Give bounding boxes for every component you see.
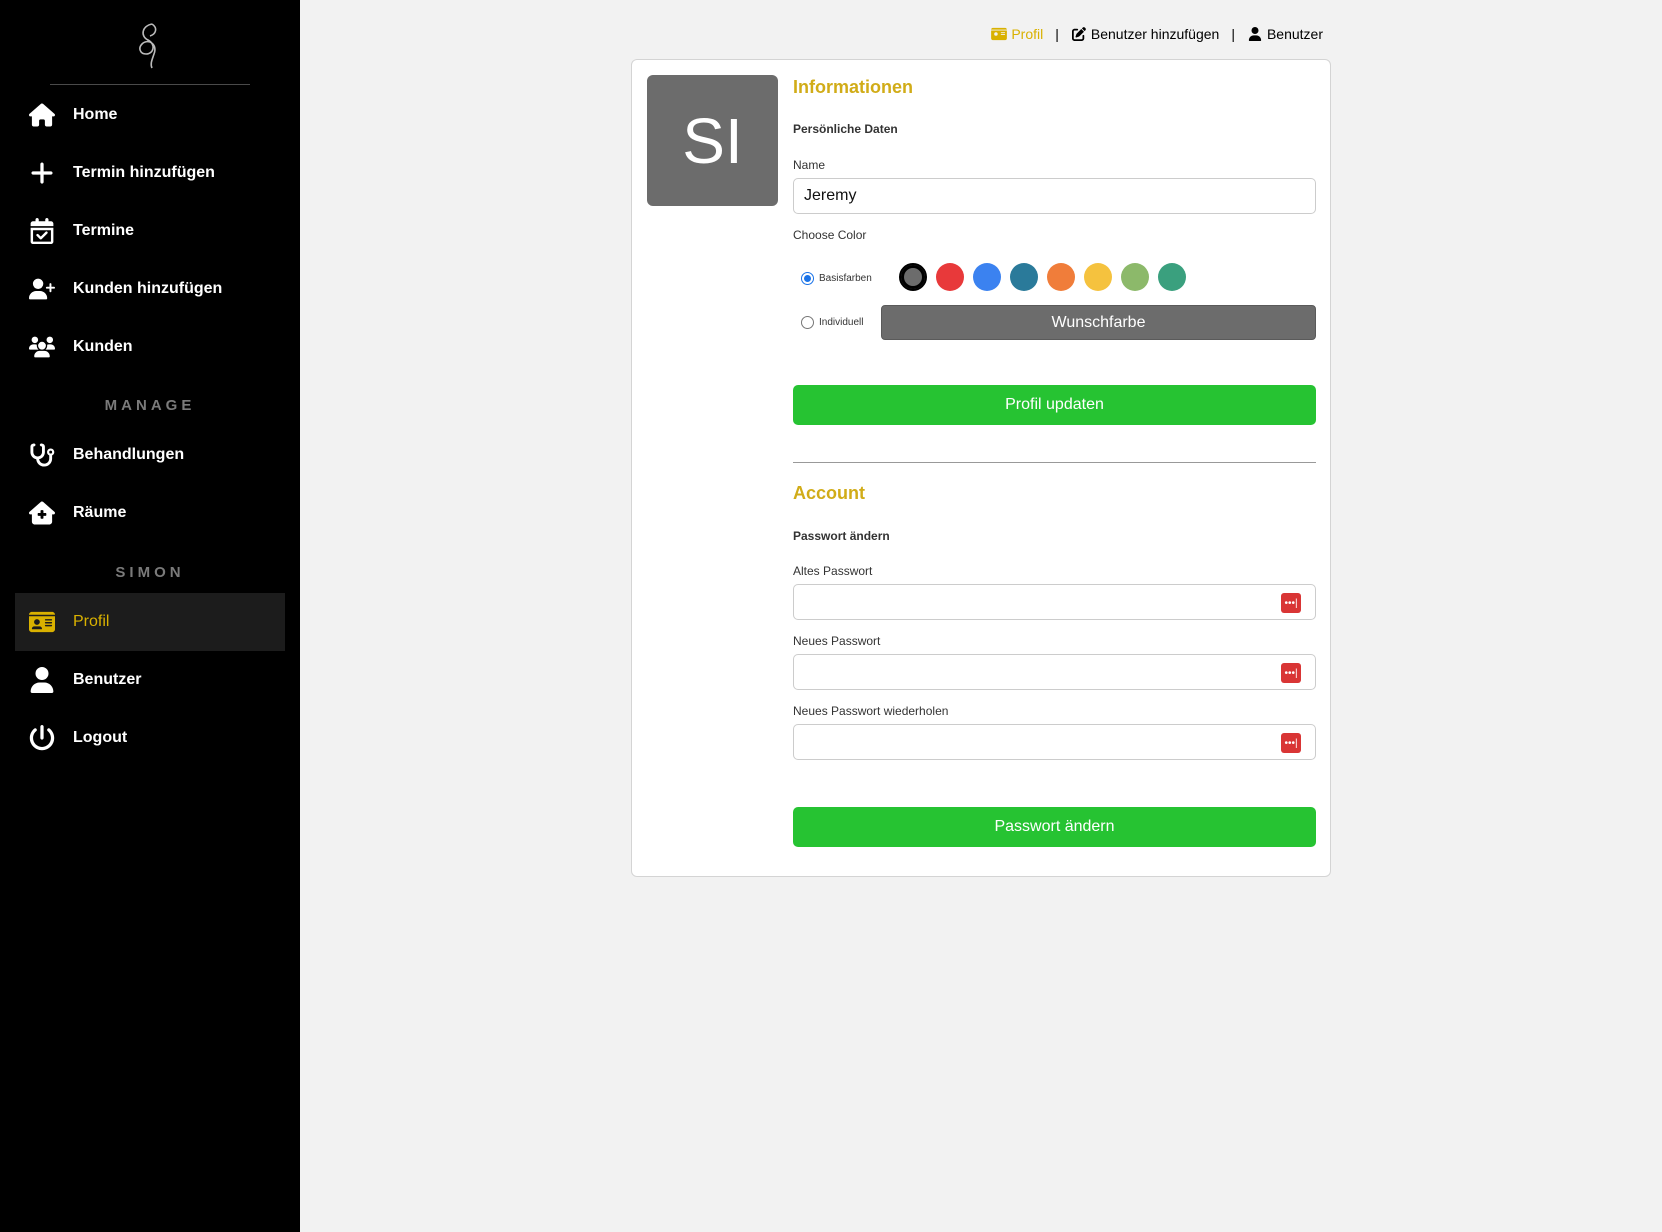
section-heading-manage: MANAGE	[104, 397, 196, 414]
change-password-button[interactable]: Passwort ändern	[793, 807, 1316, 847]
sidebar-item-profil[interactable]: Profil	[15, 593, 285, 651]
stethoscope-icon	[27, 440, 57, 470]
sidebar: Home Termin hinzufügen Termine Kunden hi…	[0, 0, 300, 1232]
sidebar-item-kunden[interactable]: Kunden	[15, 318, 285, 376]
password-manager-icon[interactable]: •••|	[1281, 663, 1301, 683]
color-swatch[interactable]	[1084, 263, 1112, 291]
top-links: Profil | Benutzer hinzufügen | Benutzer	[991, 26, 1323, 42]
repeat-password-label: Neues Passwort wiederholen	[793, 704, 949, 718]
calendar-check-icon	[27, 216, 57, 246]
password-manager-icon[interactable]: •••|	[1281, 733, 1301, 753]
color-label: Choose Color	[793, 228, 867, 242]
repeat-password-input[interactable]: •••|	[793, 724, 1316, 760]
avatar: SI	[647, 75, 778, 206]
radio-button[interactable]	[801, 316, 814, 329]
users-icon	[27, 332, 57, 362]
new-password-input[interactable]: •••|	[793, 654, 1316, 690]
sidebar-item-label: Termine	[73, 222, 135, 239]
sidebar-item-label: Logout	[73, 729, 128, 746]
plus-icon	[27, 158, 57, 188]
color-swatch[interactable]	[899, 263, 927, 291]
sidebar-item-behandlungen[interactable]: Behandlungen	[15, 426, 285, 484]
sidebar-item-label: Räume	[73, 504, 127, 521]
sidebar-item-logout[interactable]: Logout	[15, 709, 285, 767]
sidebar-item-kunden-hinzufuegen[interactable]: Kunden hinzufügen	[15, 260, 285, 318]
radio-button[interactable]	[801, 272, 814, 285]
toplink-profil[interactable]: Profil	[991, 26, 1043, 42]
toplink-label: Benutzer hinzufügen	[1090, 26, 1220, 42]
edit-icon	[1071, 27, 1086, 41]
sidebar-item-termine[interactable]: Termine	[15, 202, 285, 260]
separator: |	[1055, 26, 1059, 42]
password-manager-icon[interactable]: •••|	[1281, 593, 1301, 613]
sidebar-item-label: Kunden hinzufügen	[73, 280, 223, 297]
sidebar-item-termin-hinzufuegen[interactable]: Termin hinzufügen	[15, 144, 285, 202]
password-heading: Passwort ändern	[793, 529, 890, 543]
color-swatch[interactable]	[1158, 263, 1186, 291]
color-swatch[interactable]	[973, 263, 1001, 291]
home-icon	[27, 100, 57, 130]
toplink-benutzer[interactable]: Benutzer	[1247, 26, 1323, 42]
color-swatch[interactable]	[936, 263, 964, 291]
user-icon	[27, 665, 57, 695]
name-input[interactable]: Jeremy	[793, 178, 1316, 214]
power-icon	[27, 723, 57, 753]
radio-custom-color[interactable]: Individuell	[801, 316, 863, 329]
radio-label: Individuell	[819, 317, 864, 328]
old-password-input[interactable]: •••|	[793, 584, 1316, 620]
color-swatch[interactable]	[1121, 263, 1149, 291]
sidebar-item-benutzer[interactable]: Benutzer	[15, 651, 285, 709]
color-swatch[interactable]	[1010, 263, 1038, 291]
profile-card: SI Informationen Persönliche Daten Name …	[631, 59, 1331, 877]
house-medical-icon	[27, 498, 57, 528]
sidebar-item-label: Benutzer	[73, 671, 142, 688]
separator: |	[1231, 26, 1235, 42]
id-card-icon	[27, 607, 57, 637]
color-swatches	[899, 263, 1186, 291]
sidebar-item-label: Home	[73, 106, 118, 123]
personal-heading: Persönliche Daten	[793, 122, 898, 136]
id-card-icon	[991, 27, 1008, 41]
name-label: Name	[793, 158, 826, 172]
user-icon	[1248, 27, 1262, 41]
update-profile-button[interactable]: Profil updaten	[793, 385, 1316, 425]
custom-color-button[interactable]: Wunschfarbe	[881, 305, 1316, 340]
color-swatch[interactable]	[1047, 263, 1075, 291]
toplink-label: Benutzer	[1266, 26, 1323, 42]
sidebar-item-label: Termin hinzufügen	[73, 164, 215, 181]
radio-label: Basisfarben	[819, 273, 872, 284]
toplink-benutzer-hinzufuegen[interactable]: Benutzer hinzufügen	[1071, 26, 1219, 42]
sidebar-item-raeume[interactable]: Räume	[15, 484, 285, 542]
toplink-label: Profil	[1011, 26, 1044, 42]
radio-basic-colors[interactable]: Basisfarben	[801, 272, 872, 285]
sidebar-item-home[interactable]: Home	[15, 86, 285, 144]
account-title: Account	[793, 483, 865, 503]
logo-icon	[139, 23, 157, 69]
section-divider	[793, 462, 1316, 463]
sidebar-item-label: Behandlungen	[73, 446, 185, 463]
old-password-label: Altes Passwort	[793, 564, 873, 578]
section-heading-user: SIMON	[115, 564, 185, 581]
sidebar-item-label: Kunden	[73, 338, 133, 355]
info-title: Informationen	[793, 77, 913, 97]
logo-divider	[50, 84, 250, 85]
user-plus-icon	[27, 274, 57, 304]
new-password-label: Neues Passwort	[793, 634, 881, 648]
sidebar-item-label: Profil	[73, 613, 110, 630]
